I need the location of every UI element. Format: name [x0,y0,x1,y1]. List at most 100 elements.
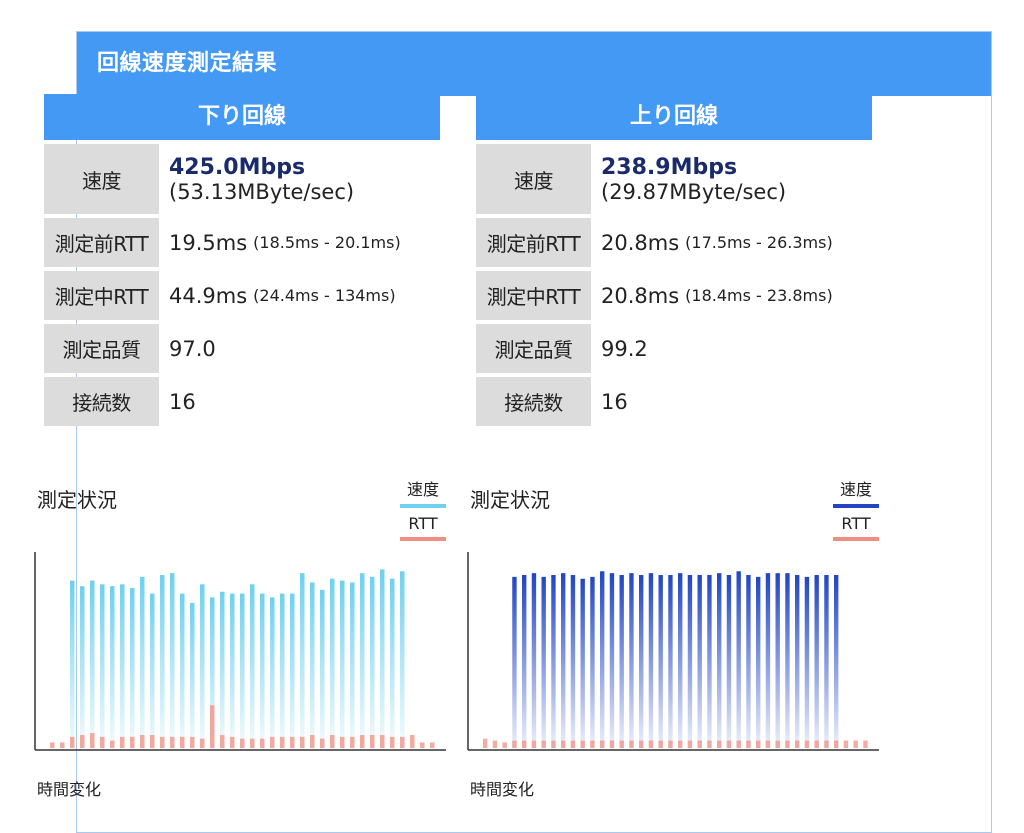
rtt-bar [590,740,595,748]
rtt-bar [814,740,819,748]
rtt-bar [320,738,325,748]
rtt-bar [70,736,75,748]
rtt-bar [200,738,205,748]
legend-rtt: RTT [400,514,446,552]
download-rtt-during-row: 測定中RTT 44.9ms (24.4ms - 134ms) [44,271,440,320]
speed-bar [765,573,771,748]
rtt-bar [190,736,195,748]
download-speed-value: 425.0Mbps (53.13MByte/sec) [159,144,440,214]
rtt-bar [250,738,255,748]
download-connections-value: 16 [169,389,196,414]
rtt-bar [824,740,829,748]
rtt-before-label: 測定前RTT [44,218,159,267]
speed-bar [140,576,145,748]
speed-bar [290,593,295,748]
rtt-bar [658,740,663,748]
rtt-during-label: 測定中RTT [44,271,159,320]
speed-bar [150,593,155,748]
rtt-bar [360,734,365,748]
speed-bar [570,575,576,748]
speed-bar [736,571,741,748]
upload-rtt-during-value: 20.8ms [601,283,680,308]
speed-bar [70,580,75,748]
chart-legend: 速度 RTT [833,476,879,552]
speed-bar [180,593,185,748]
download-speed-row: 速度 425.0Mbps (53.13MByte/sec) [44,144,440,214]
download-quality-row: 測定品質 97.0 [44,324,440,373]
legend-speed: 速度 [400,476,446,514]
speed-bar [600,571,605,748]
legend-rtt-label: RTT [408,514,438,533]
speed-bar [678,573,683,748]
speed-bar [512,576,517,748]
speed-bar [270,597,275,748]
rtt-bar [180,736,185,748]
speed-bar [814,575,819,748]
rtt-bar [260,738,265,748]
speed-bar [590,576,595,748]
rtt-bar [697,740,702,748]
speed-bar [320,589,325,748]
rtt-bar [220,734,225,748]
rtt-bar [483,738,488,748]
rtt-bar [150,734,155,748]
chart-title: 測定状況 [37,488,117,512]
rtt-bar [300,736,305,748]
speed-bar [390,578,395,748]
rtt-bar [668,740,673,748]
upload-speed-value: 238.9Mbps (29.87MByte/sec) [591,144,872,214]
rtt-bar [60,742,65,748]
rtt-bar [765,740,771,748]
upload-speed-row: 速度 238.9Mbps (29.87MByte/sec) [476,144,872,214]
download-rtt-during-value: 44.9ms [169,283,248,308]
rtt-bar [600,740,605,748]
rtt-bar [795,740,800,748]
rtt-bar [210,705,215,748]
speed-bar [130,588,135,748]
rtt-bar [717,740,722,748]
legend-speed-swatch [400,504,446,508]
upload-quality-row: 測定品質 99.2 [476,324,872,373]
download-chart [34,552,446,751]
rtt-bar [843,740,849,748]
rtt-bar [290,736,295,748]
speed-bar [658,575,663,748]
speed-bar [260,593,265,748]
rtt-bar [678,740,683,748]
rtt-bar [541,740,546,748]
rtt-bar [853,740,858,748]
rtt-bar [420,742,425,748]
rtt-bar [340,736,345,748]
speed-bar [80,586,85,748]
legend-rtt-swatch [833,537,879,541]
legend-rtt: RTT [833,514,879,552]
rtt-bar [492,740,498,748]
upload-rtt-before-row: 測定前RTT 20.8ms (17.5ms - 26.3ms) [476,218,872,267]
speed-bar [100,584,105,748]
upload-connections-row: 接続数 16 [476,377,872,426]
speed-bar [775,573,780,748]
speed-label: 速度 [476,144,591,214]
legend-rtt-label: RTT [841,514,871,533]
speed-bar [795,575,800,748]
speed-bar [834,575,839,748]
speed-bar [360,573,365,748]
rtt-bar [639,740,644,748]
download-speed-mbps: 425.0Mbps [169,154,306,180]
speed-bar [200,584,205,748]
rtt-bar [551,740,556,748]
speed-bar [707,575,712,748]
speed-bar [190,602,195,748]
download-title: 下り回線 [44,94,440,140]
rtt-bar [310,734,315,748]
upload-speed-mbytes: (29.87MByte/sec) [601,179,787,204]
rtt-bar [140,734,145,748]
speed-bar [240,593,245,748]
download-rtt-before-range: (18.5ms - 20.1ms) [253,233,401,252]
rtt-bar [531,740,537,748]
legend-speed-label: 速度 [406,480,439,499]
legend-rtt-swatch [400,537,446,541]
connections-label: 接続数 [476,377,591,426]
rtt-bar [330,734,335,748]
speed-bar [609,573,615,748]
